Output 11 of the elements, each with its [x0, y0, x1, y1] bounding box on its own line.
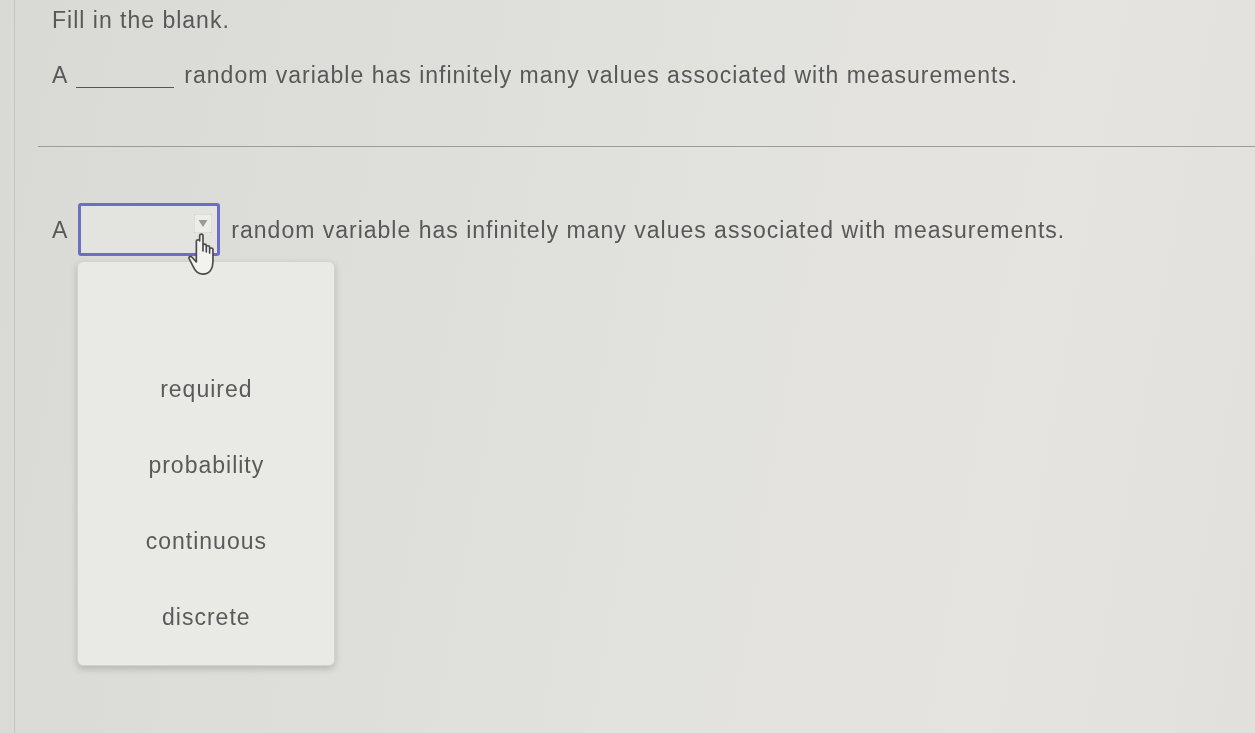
menu-option[interactable]: probability: [146, 452, 267, 478]
instruction-text: Fill in the blank.: [52, 7, 230, 33]
menu-option[interactable]: continuous: [143, 528, 269, 554]
menu-option[interactable]: required: [158, 376, 255, 402]
caret-icon: [194, 214, 213, 233]
menu-option[interactable]: discrete: [160, 604, 253, 630]
sentence-text: A: [52, 62, 69, 88]
sentence-text: random variable has infinitely many values associated with measurements.: [231, 216, 1066, 243]
sentence-text: random variable has infinitely many values associated with measurements.: [184, 62, 1019, 88]
dropdown-field[interactable]: [78, 203, 221, 256]
sentence-text: A: [52, 216, 69, 243]
